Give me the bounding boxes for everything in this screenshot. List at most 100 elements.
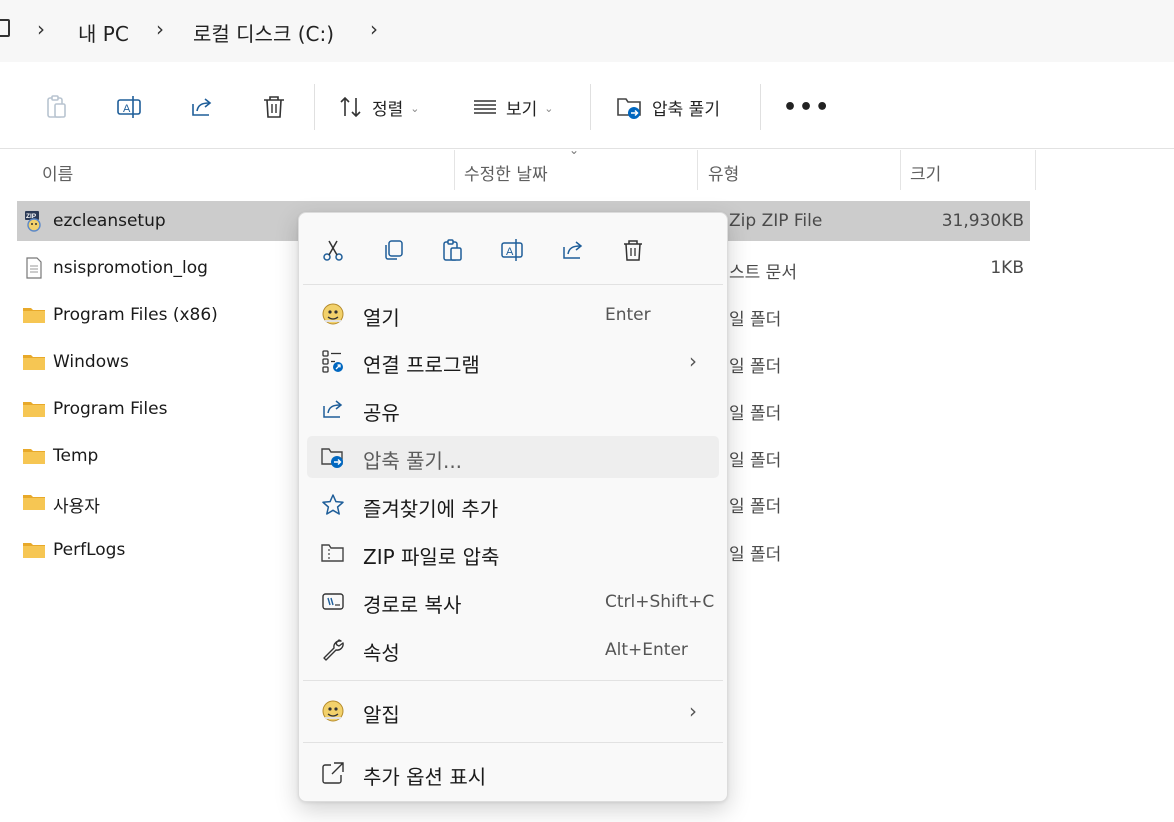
file-type: 일 폴더 [729,310,782,330]
command-bar: A 정렬 ⌄ 보기 ⌄ 압축 풀기 ••• [0,66,1174,149]
file-name: nsispromotion_log [53,258,208,278]
scissors-icon [323,240,343,261]
file-type: 일 폴더 [729,357,782,377]
file-type: 일 폴더 [729,451,782,471]
share-button[interactable] [189,90,215,124]
extract-icon [321,448,343,468]
toolbar-divider [590,84,591,130]
chevron-down-icon: ⌄ [410,101,420,115]
chevron-down-icon: ⌄ [544,101,554,115]
paste-button[interactable] [436,233,470,267]
column-header-size[interactable]: 크기 [910,160,941,200]
zip-folder-icon [321,544,344,562]
chevron-right-icon[interactable]: › [370,17,378,41]
address-bar[interactable]: › 내 PC › 로컬 디스크 (C:) › [0,0,1174,62]
file-type: 스트 문서 [729,263,797,283]
folder-icon [23,495,45,510]
file-type: Zip ZIP File [729,211,823,231]
copy-button[interactable] [376,233,410,267]
menu-divider [303,284,723,285]
rename-icon: A [501,239,523,261]
file-type: 일 폴더 [729,497,782,517]
menu-item-alzip[interactable]: 알집 › [307,690,719,732]
extract-all-button[interactable]: 압축 풀기 [616,90,720,124]
menu-item-open[interactable]: 열기 Enter [307,293,719,335]
menu-item-label: ZIP 파일로 압축 [363,545,500,569]
text-file-icon [26,257,42,279]
toolbar-divider [760,84,761,130]
chevron-right-icon: › [689,699,697,723]
menu-item-add-favorites[interactable]: 즐겨찾기에 추가 [307,484,719,526]
menu-item-shortcut: Alt+Enter [605,640,688,660]
sort-label: 정렬 [372,99,404,120]
file-name: ezcleansetup [53,211,166,231]
trash-icon [624,240,642,261]
delete-button[interactable] [261,90,287,124]
column-divider[interactable] [697,150,698,190]
menu-divider [303,742,723,743]
share-icon [323,400,343,418]
menu-item-label: 추가 옵션 표시 [363,765,487,789]
alzip-icon [322,303,344,325]
file-name: Windows [53,352,129,372]
menu-divider [303,680,723,681]
copy-icon [385,240,403,260]
extract-icon [617,98,641,119]
rename-button[interactable]: A [116,90,144,124]
menu-item-label: 속성 [363,641,400,665]
extract-label: 압축 풀기 [652,99,720,120]
menu-item-share[interactable]: 공유 [307,388,719,430]
menu-item-show-more-options[interactable]: 추가 옵션 표시 [307,752,719,794]
sort-indicator-icon: ⌄ [569,143,580,157]
alzip-icon [322,700,344,722]
open-with-icon [322,350,343,373]
menu-item-open-with[interactable]: 연결 프로그램 › [307,340,719,382]
copy-path-icon [322,593,344,610]
menu-item-shortcut: Ctrl+Shift+C [605,592,715,612]
file-type: 일 폴더 [729,545,782,565]
folder-icon [23,449,45,464]
paste-icon [47,95,66,118]
menu-item-copy-path[interactable]: 경로로 복사 Ctrl+Shift+C [307,580,719,622]
delete-button[interactable] [616,233,650,267]
column-divider[interactable] [900,150,901,190]
paste-button[interactable] [44,90,70,124]
pc-icon [0,19,10,37]
column-header-type[interactable]: 유형 [708,160,739,200]
list-view-icon [474,100,496,114]
menu-item-compress-zip[interactable]: ZIP 파일로 압축 [307,532,719,574]
menu-item-shortcut: Enter [605,305,651,325]
file-name: Program Files [53,399,168,419]
share-icon [563,241,583,259]
column-divider[interactable] [1035,150,1036,190]
file-name: Program Files (x86) [53,305,218,325]
file-name: 사용자 [53,497,100,517]
menu-item-label: 알집 [363,703,400,727]
chevron-right-icon[interactable]: › [156,17,164,41]
toolbar-divider [314,84,315,130]
menu-item-label: 압축 풀기... [363,449,463,473]
file-name: Temp [53,446,99,466]
menu-item-extract[interactable]: 압축 풀기... [307,436,719,478]
view-button[interactable]: 보기 ⌄ [472,90,554,124]
sort-button[interactable]: 정렬 ⌄ [338,90,420,124]
menu-item-properties[interactable]: 속성 Alt+Enter [307,628,719,670]
wrench-icon [323,639,344,661]
more-options-button[interactable]: ••• [783,90,831,124]
star-icon [322,494,344,515]
column-divider[interactable] [454,150,455,190]
breadcrumb-local-disk[interactable]: 로컬 디스크 (C:) [193,18,334,47]
context-menu: A 열기 Enter 연결 프로그램 › 공유 압축 풀기... 즐겨찾기에 추… [298,212,728,802]
breadcrumb-my-pc[interactable]: 내 PC [78,18,129,47]
chevron-right-icon[interactable]: › [37,17,45,41]
cut-button[interactable] [316,233,350,267]
folder-icon [23,402,45,417]
column-header-date[interactable]: 수정한 날짜 [464,160,548,200]
menu-item-label: 연결 프로그램 [363,353,480,377]
sort-icon [340,96,361,118]
menu-item-label: 공유 [363,401,400,425]
more-icon: ••• [783,94,832,120]
share-button[interactable] [556,233,590,267]
rename-button[interactable]: A [496,233,530,267]
column-header-name[interactable]: 이름 [42,160,73,200]
